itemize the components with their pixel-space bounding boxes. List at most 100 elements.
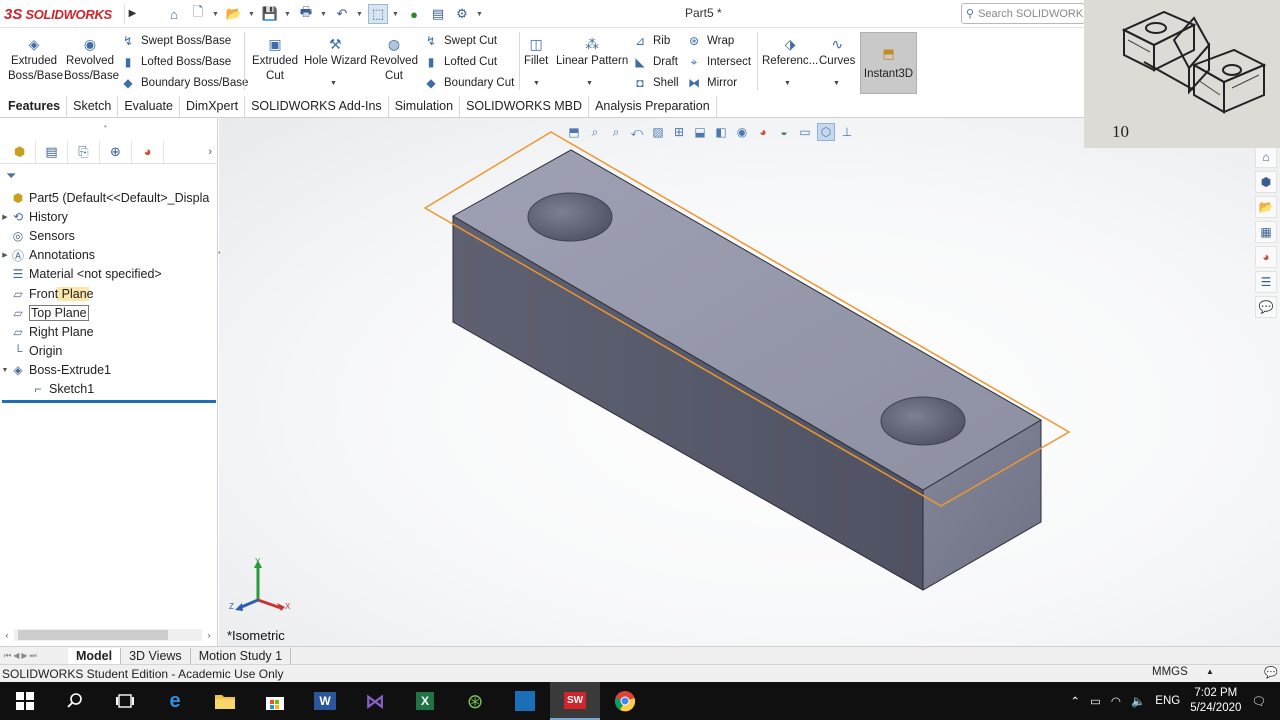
rollback-bar[interactable] <box>2 400 216 403</box>
android-studio-button[interactable]: ⊛ <box>450 682 500 720</box>
instant3d-button[interactable]: ⬒ Instant3D <box>860 32 917 94</box>
chevron-right-icon[interactable]: › <box>208 146 212 158</box>
notifications-icon[interactable]: 🗨 <box>1251 694 1266 708</box>
revolved-boss-button[interactable]: ◉ Revolved Boss/Base <box>64 34 119 84</box>
scrollbar-thumb[interactable] <box>18 630 168 640</box>
hole-left[interactable] <box>527 192 613 242</box>
chevron-down-icon[interactable]: ▼ <box>320 11 328 18</box>
tree-item-front-plane[interactable]: ▱ Front Plane <box>0 284 216 303</box>
unit-system[interactable]: MMGS <box>1152 666 1188 678</box>
view-palette-icon[interactable]: ▦ <box>1255 221 1277 243</box>
first-tab-icon[interactable]: ⏮ <box>4 651 11 661</box>
app-button[interactable] <box>500 682 550 720</box>
curves-button[interactable]: ∿ Curves <box>819 34 855 69</box>
print-icon[interactable]: 🖶 <box>296 4 316 24</box>
language-indicator[interactable]: ENG <box>1155 695 1180 707</box>
excel-button[interactable]: X <box>400 682 450 720</box>
file-explorer-icon[interactable]: 📂 <box>1255 196 1277 218</box>
design-library-icon[interactable]: ⬢ <box>1255 171 1277 193</box>
tree-item-sensors[interactable]: ◎ Sensors <box>0 226 216 245</box>
menu-expand-arrow-icon[interactable]: ▶ <box>124 4 140 24</box>
chevron-down-icon[interactable]: ▼ <box>248 11 256 18</box>
tree-item-origin[interactable]: └ Origin <box>0 342 216 361</box>
display-manager-tab-icon[interactable]: ◕ <box>132 140 164 163</box>
reference-geometry-button[interactable]: ⬗ Referenc... <box>762 34 818 69</box>
panel-grip-icon[interactable]: • <box>104 122 107 131</box>
swept-boss-button[interactable]: ↯ Swept Boss/Base <box>120 33 231 49</box>
battery-icon[interactable]: ▭ <box>1090 694 1101 708</box>
chevron-down-icon[interactable]: ▼ <box>330 80 337 87</box>
linear-pattern-button[interactable]: ⁂ Linear Pattern <box>556 34 628 69</box>
tab-analysis-preparation[interactable]: Analysis Preparation <box>589 96 717 117</box>
tab-solidworks-add-ins[interactable]: SOLIDWORKS Add-Ins <box>245 96 389 117</box>
tab-scroll-arrows[interactable]: ⏮ ◀ ▶ ⏭ <box>0 651 68 661</box>
file-explorer-button[interactable] <box>200 682 250 720</box>
lofted-cut-button[interactable]: ▮ Lofted Cut <box>423 54 497 70</box>
tree-item-sketch1[interactable]: ⌐ Sketch1 <box>0 380 216 399</box>
wifi-icon[interactable]: ◠ <box>1111 694 1121 708</box>
lofted-boss-button[interactable]: ▮ Lofted Boss/Base <box>120 54 231 70</box>
forum-icon[interactable]: 💬 <box>1255 296 1277 318</box>
tab-motion-study-1[interactable]: Motion Study 1 <box>191 647 292 664</box>
tab-dimxpert[interactable]: DimXpert <box>180 96 246 117</box>
volume-icon[interactable]: 🔈 <box>1131 694 1145 708</box>
tab-simulation[interactable]: Simulation <box>389 96 461 117</box>
boundary-cut-button[interactable]: ◆ Boundary Cut <box>423 75 514 91</box>
store-button[interactable] <box>250 682 300 720</box>
solidworks-logo[interactable]: 3S SOLIDWORKS <box>4 2 122 26</box>
tree-item-boss-extrude1[interactable]: ▼ ◈ Boss-Extrude1 <box>0 361 216 380</box>
chevron-down-icon[interactable]: ▼ <box>784 80 791 87</box>
chevron-down-icon[interactable]: ▼ <box>356 11 364 18</box>
word-button[interactable]: W <box>300 682 350 720</box>
chrome-button[interactable] <box>600 682 650 720</box>
undo-icon[interactable]: ↶ <box>332 4 352 24</box>
scroll-right-icon[interactable]: › <box>202 630 216 640</box>
tab-evaluate[interactable]: Evaluate <box>118 96 180 117</box>
search-input[interactable]: ⚲ Search SOLIDWORKS <box>961 3 1085 24</box>
home-icon[interactable]: ⌂ <box>164 4 184 24</box>
tab-solidworks-mbd[interactable]: SOLIDWORKS MBD <box>460 96 590 117</box>
edge-browser-button[interactable]: e <box>150 682 200 720</box>
hole-wizard-button[interactable]: ⚒ Hole Wizard <box>304 34 367 69</box>
extruded-cut-button[interactable]: ▣ Extruded Cut <box>250 34 300 84</box>
horizontal-scrollbar[interactable]: ‹ › <box>0 626 216 644</box>
tree-item-material[interactable]: ☰ Material <not specified> <box>0 265 216 284</box>
chevron-down-icon[interactable]: ▼ <box>586 80 593 87</box>
fillet-button[interactable]: ◫ Fillet <box>524 34 548 69</box>
next-tab-icon[interactable]: ▶ <box>21 651 27 661</box>
configuration-manager-tab-icon[interactable]: ⎘ <box>68 140 100 163</box>
chevron-down-icon[interactable]: ▼ <box>533 80 540 87</box>
tree-item-right-plane[interactable]: ▱ Right Plane <box>0 322 216 341</box>
start-button[interactable] <box>0 682 50 720</box>
revolved-cut-button[interactable]: ◍ Revolved Cut <box>370 34 418 84</box>
select-cursor-icon[interactable]: ⬚ <box>368 4 388 24</box>
filter-icon[interactable]: ⏷ <box>6 168 16 184</box>
tree-item-annotations[interactable]: ▶ Ⓐ Annotations <box>0 246 216 265</box>
tree-root-part[interactable]: ⬢ Part5 (Default<<Default>_Displa <box>0 188 216 207</box>
rebuild-traffic-light-icon[interactable]: ● <box>404 4 424 24</box>
solidworks-resources-icon[interactable]: ⌂ <box>1255 146 1277 168</box>
custom-properties-icon[interactable]: ☰ <box>1255 271 1277 293</box>
open-folder-icon[interactable]: 📂 <box>224 4 244 24</box>
intersect-button[interactable]: ⌖ Intersect <box>686 54 752 70</box>
chevron-down-icon[interactable]: ▼ <box>284 11 292 18</box>
tab-3d-views[interactable]: 3D Views <box>121 647 191 664</box>
tooltip-bubble-icon[interactable]: 💬 <box>1264 666 1278 679</box>
chevron-down-icon[interactable]: ▼ <box>833 80 840 87</box>
dimxpert-manager-tab-icon[interactable]: ⊕ <box>100 140 132 163</box>
new-document-icon[interactable]: 🗋 <box>188 4 208 24</box>
mirror-button[interactable]: ⧓ Mirror <box>686 75 737 91</box>
draft-button[interactable]: ◣ Draft <box>632 54 678 70</box>
chevron-down-icon[interactable]: ▼ <box>212 11 220 18</box>
clock[interactable]: 7:02 PM 5/24/2020 <box>1190 686 1241 716</box>
task-view-button[interactable] <box>100 682 150 720</box>
tree-item-history[interactable]: ▶ ⟲ History <box>0 207 216 226</box>
tree-item-top-plane[interactable]: ▱ Top Plane <box>0 303 216 322</box>
tab-sketch[interactable]: Sketch <box>67 96 119 117</box>
scroll-left-icon[interactable]: ‹ <box>0 630 14 640</box>
swept-cut-button[interactable]: ↯ Swept Cut <box>423 33 497 49</box>
solidworks-taskbar-button[interactable]: SW <box>550 682 600 720</box>
tab-model[interactable]: Model <box>68 647 122 664</box>
options-gear-icon[interactable]: ⚙ <box>452 4 472 24</box>
appearances-scenes-icon[interactable]: ◕ <box>1255 246 1277 268</box>
